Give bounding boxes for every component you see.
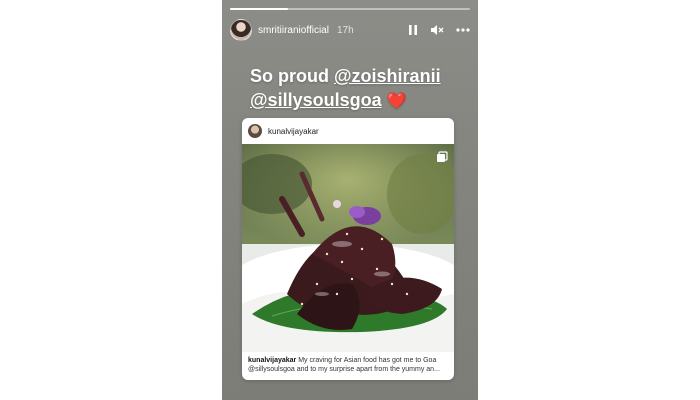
story-progress-fill bbox=[230, 8, 288, 10]
post-avatar[interactable] bbox=[248, 124, 262, 138]
heart-emoji: ❤️ bbox=[386, 93, 407, 110]
avatar[interactable] bbox=[230, 19, 252, 41]
more-icon[interactable] bbox=[456, 28, 470, 32]
story-viewer[interactable]: smritiiraniofficial 17h So proud @zoishi… bbox=[222, 0, 478, 400]
story-caption: So proud @zoishiranii @sillysoulsgoa ❤️ bbox=[250, 64, 441, 114]
post-photo[interactable] bbox=[242, 144, 454, 352]
post-caption-username[interactable]: kunalvijayakar bbox=[248, 357, 296, 364]
story-header: smritiiraniofficial 17h bbox=[230, 18, 470, 42]
story-username[interactable]: smritiiraniofficial bbox=[258, 25, 329, 36]
mention-sillysoulsgoa[interactable]: @sillysoulsgoa bbox=[250, 90, 382, 110]
shared-post-card[interactable]: kunalvijayakar kunalvijayakar My craving… bbox=[242, 118, 454, 380]
caption-prefix: So proud bbox=[250, 66, 334, 86]
post-username[interactable]: kunalvijayakar bbox=[268, 127, 319, 136]
multiple-photos-icon bbox=[436, 150, 448, 168]
food-photo-image bbox=[242, 144, 454, 352]
story-controls bbox=[408, 24, 470, 36]
story-time: 17h bbox=[336, 24, 354, 36]
mention-zoishiranii[interactable]: @zoishiranii bbox=[334, 66, 441, 86]
post-header: kunalvijayakar bbox=[242, 118, 454, 144]
mute-icon[interactable] bbox=[430, 24, 444, 36]
story-progress-bar bbox=[230, 8, 470, 10]
pause-icon[interactable] bbox=[408, 24, 418, 36]
post-caption: kunalvijayakar My craving for Asian food… bbox=[248, 356, 448, 374]
